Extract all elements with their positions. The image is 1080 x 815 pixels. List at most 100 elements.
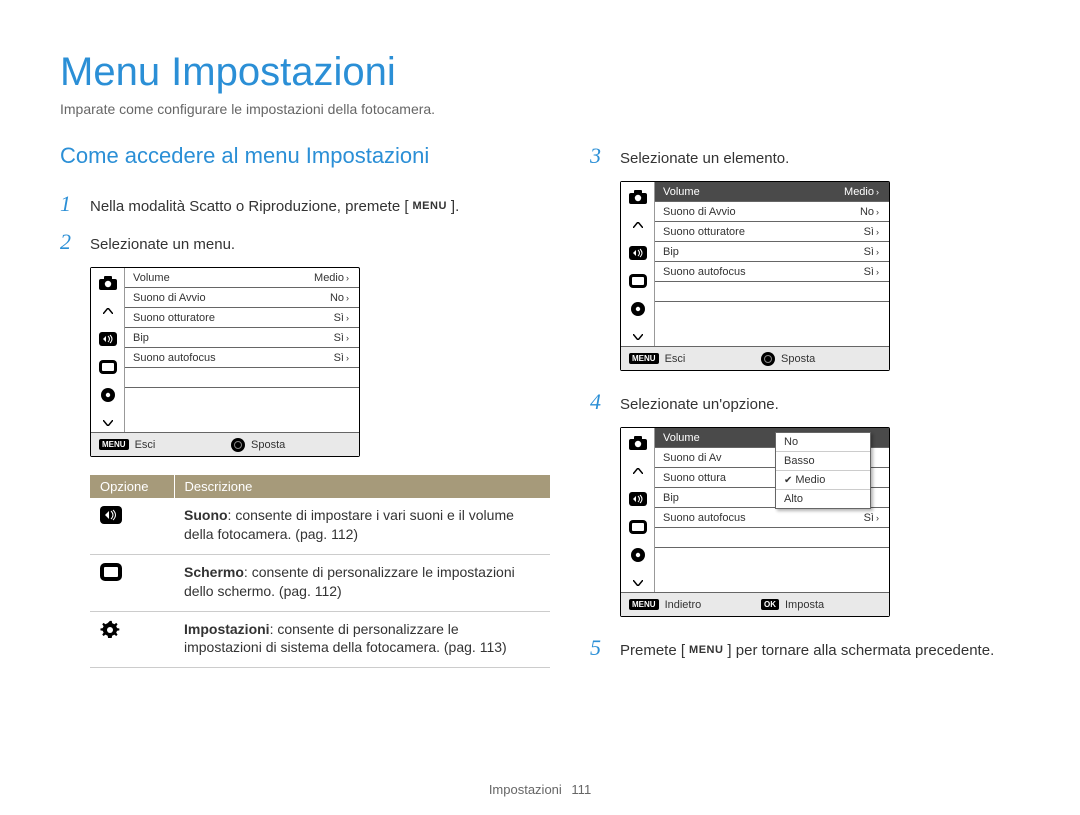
screen-icon <box>97 358 119 376</box>
list-item: BipSì› <box>655 242 889 262</box>
opt-bold: Suono <box>184 507 228 523</box>
step-number: 3 <box>590 143 620 169</box>
row-label: Volume <box>663 186 844 198</box>
menu-key-inline: MENU <box>685 642 727 659</box>
screen-icon <box>627 272 649 290</box>
menu-key-inline: MENU <box>409 198 451 215</box>
footer-indietro: Indietro <box>665 599 702 611</box>
row-label: Volume <box>133 272 314 284</box>
camera-icon <box>97 274 119 292</box>
chevron-up-icon <box>627 216 649 234</box>
dropdown-item: No <box>776 433 870 452</box>
chevron-down-icon <box>97 414 119 432</box>
screen-footer: MENU Indietro OK Imposta <box>621 592 889 616</box>
ok-key-icon: OK <box>761 599 779 610</box>
camera-icon <box>627 188 649 206</box>
step1-pre: Nella modalità Scatto o Riproduzione, pr… <box>90 198 409 215</box>
list-item: BipSì› <box>125 328 359 348</box>
nav-key-icon <box>231 438 245 452</box>
step5-post: ] per tornare alla schermata precedente. <box>727 642 994 659</box>
step-4: 4 Selezionate un'opzione. <box>590 389 1020 415</box>
chevron-up-icon <box>97 302 119 320</box>
sound-icon <box>627 490 649 508</box>
chevron-down-icon <box>627 328 649 346</box>
page-footer: Impostazioni 111 <box>0 782 1080 797</box>
dropdown-item-selected: ✔Medio <box>776 471 870 490</box>
table-header: Opzione Descrizione <box>90 475 550 498</box>
list-item: Suono autofocusSì› <box>125 348 359 368</box>
row-value: Sì› <box>864 266 881 278</box>
list-item-empty <box>125 368 359 388</box>
row-value: Sì› <box>334 332 351 344</box>
sound-icon <box>627 244 649 262</box>
row-label: Suono otturatore <box>663 226 864 238</box>
step1-post: ]. <box>451 198 459 215</box>
screen-list: VolumeMedio› Suono di AvvioNo› Suono ott… <box>655 182 889 346</box>
row-label: Suono autofocus <box>663 512 864 524</box>
screen-list: VolumeMedio› Suono di AvvioNo› Suono ott… <box>125 268 359 432</box>
list-item: VolumeMedio› <box>125 268 359 288</box>
nav-key-icon <box>761 352 775 366</box>
row-value: Medio› <box>844 186 881 198</box>
screen-side-icons <box>91 268 125 432</box>
camera-screen-3: Volume Suono di Av Suono ottura Bip Suon… <box>620 427 890 617</box>
row-label: Suono di Avvio <box>663 206 860 218</box>
screen-list: Volume Suono di Av Suono ottura Bip Suon… <box>655 428 889 592</box>
page-title: Menu Impostazioni <box>60 50 1020 95</box>
screen-footer: MENUEsci Sposta <box>621 346 889 370</box>
row-value: No› <box>330 292 351 304</box>
row-label: Suono autofocus <box>133 352 334 364</box>
right-column: 3 Selezionate un elemento. VolumeMedio› … <box>590 143 1020 673</box>
table-row: Suono: consente di impostare i vari suon… <box>90 498 550 554</box>
gear-icon <box>97 386 119 404</box>
footer-sposta: Sposta <box>781 353 815 365</box>
list-item: Suono otturatoreSì› <box>125 308 359 328</box>
th-descrizione: Descrizione <box>174 475 550 498</box>
gear-icon <box>100 620 164 640</box>
list-item: Suono autofocusSì› <box>655 508 889 528</box>
opt-icon-cell <box>90 554 174 611</box>
options-table: Opzione Descrizione Suono: consente di i… <box>90 475 550 668</box>
list-item-empty <box>655 302 889 322</box>
step-number: 1 <box>60 191 90 217</box>
row-label: Suono otturatore <box>133 312 334 324</box>
list-item-empty <box>655 282 889 302</box>
row-value: No› <box>860 206 881 218</box>
step-1: 1 Nella modalità Scatto o Riproduzione, … <box>60 191 550 217</box>
step-text: Premete [MENU] per tornare alla schermat… <box>620 640 994 661</box>
row-value: Sì› <box>864 226 881 238</box>
dropdown-item: Alto <box>776 490 870 508</box>
row-label: Suono autofocus <box>663 266 864 278</box>
section-title: Come accedere al menu Impostazioni <box>60 143 550 169</box>
list-item: Suono otturatoreSì› <box>655 222 889 242</box>
dropdown-item: Basso <box>776 452 870 471</box>
footer-esci: Esci <box>665 353 686 365</box>
step-number: 2 <box>60 229 90 255</box>
check-icon: ✔ <box>784 475 792 486</box>
gear-icon <box>627 300 649 318</box>
step-number: 4 <box>590 389 620 415</box>
sound-icon <box>97 330 119 348</box>
row-label: Bip <box>133 332 334 344</box>
list-item-empty <box>125 388 359 408</box>
opt-text: : consente di impostare i vari suoni e i… <box>184 507 514 542</box>
page-number: 111 <box>571 782 591 797</box>
step-text: Nella modalità Scatto o Riproduzione, pr… <box>90 196 459 217</box>
list-item: Suono di AvvioNo› <box>125 288 359 308</box>
list-item-empty <box>655 548 889 568</box>
screen-footer: MENUEsci Sposta <box>91 432 359 456</box>
th-opzione: Opzione <box>90 475 174 498</box>
chevron-up-icon <box>627 462 649 480</box>
footer-esci: Esci <box>135 439 156 451</box>
camera-screen-1: VolumeMedio› Suono di AvvioNo› Suono ott… <box>90 267 360 457</box>
opt-desc: Suono: consente di impostare i vari suon… <box>174 498 550 554</box>
step-5: 5 Premete [MENU] per tornare alla scherm… <box>590 635 1020 661</box>
row-value: Sì› <box>334 352 351 364</box>
sound-icon <box>100 506 164 524</box>
footer-imposta: Imposta <box>785 599 824 611</box>
opt-bold: Schermo <box>184 564 244 580</box>
row-value: Medio› <box>314 272 351 284</box>
menu-key-icon: MENU <box>629 599 659 610</box>
dropdown-menu: No Basso ✔Medio Alto <box>775 432 871 509</box>
page-subtitle: Imparate come configurare le impostazion… <box>60 101 1020 117</box>
